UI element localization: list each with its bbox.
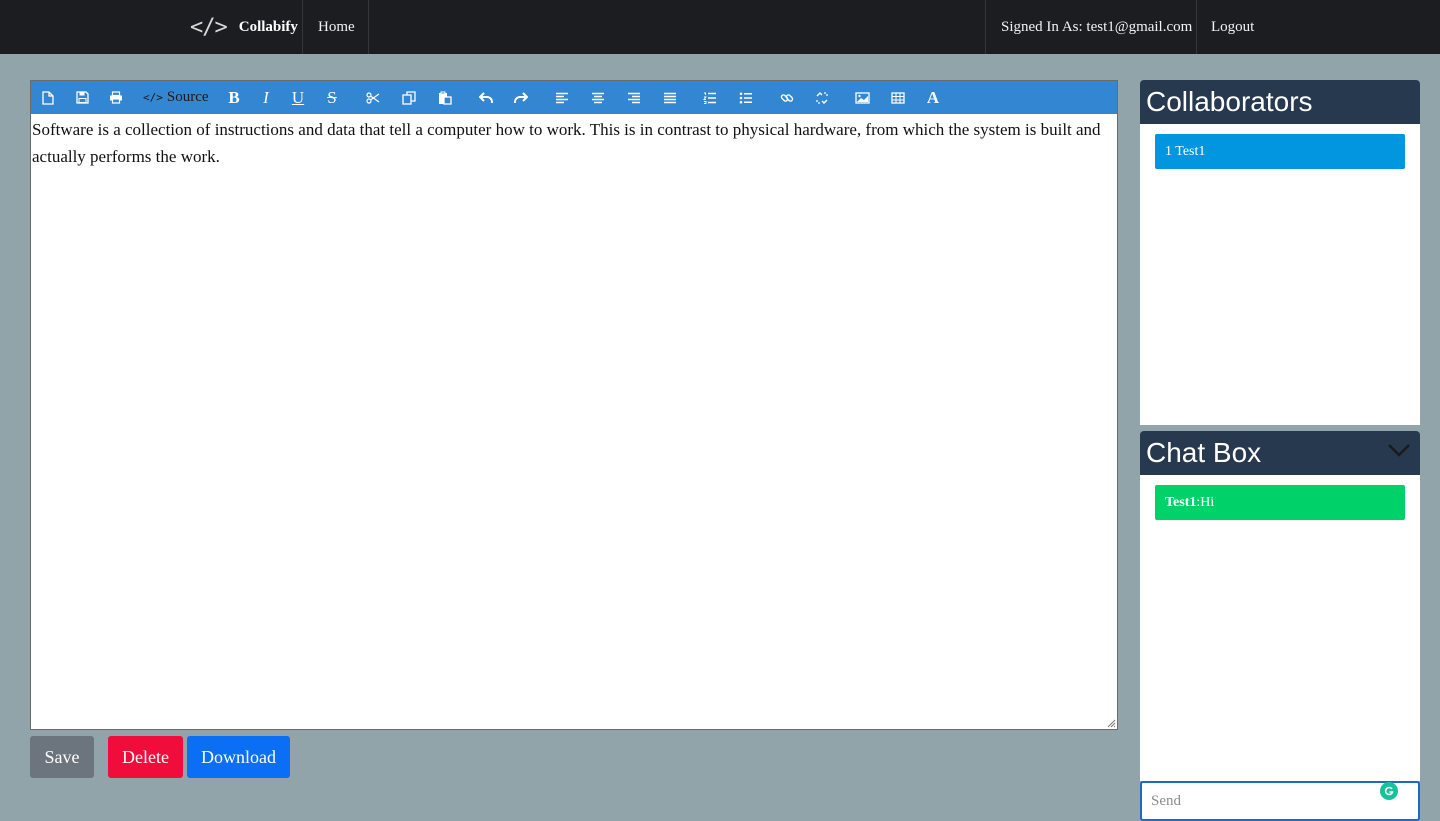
chat-box-title: Chat Box bbox=[1146, 437, 1262, 468]
paste-icon[interactable] bbox=[436, 81, 454, 114]
chevron-down-icon[interactable] bbox=[1388, 443, 1410, 457]
editor-toolbar: </> Source B I U S A bbox=[31, 81, 1117, 114]
chat-message-sender: Test1 bbox=[1165, 494, 1197, 510]
delete-button[interactable]: Delete bbox=[108, 736, 183, 778]
numbered-list-icon[interactable] bbox=[701, 81, 719, 114]
nav-divider bbox=[985, 0, 986, 54]
nav-divider bbox=[1196, 0, 1197, 54]
save-button[interactable]: Save bbox=[30, 736, 94, 778]
top-navbar: </> Collabify Home Signed In As: test1@g… bbox=[0, 0, 1440, 54]
bulleted-list-icon[interactable] bbox=[737, 81, 755, 114]
image-icon[interactable] bbox=[853, 81, 871, 114]
nav-divider bbox=[302, 0, 303, 54]
nav-home-link[interactable]: Home bbox=[318, 0, 355, 54]
align-right-icon[interactable] bbox=[625, 81, 643, 114]
collaborators-panel: 1 Test1 bbox=[1140, 124, 1420, 425]
print-icon[interactable] bbox=[107, 81, 125, 114]
collaborators-title: Collaborators bbox=[1146, 86, 1313, 117]
save-icon[interactable] bbox=[73, 81, 91, 114]
link-icon[interactable] bbox=[778, 81, 796, 114]
logout-link[interactable]: Logout bbox=[1211, 0, 1254, 54]
signed-in-text: Signed In As: test1@gmail.com bbox=[1001, 18, 1193, 35]
download-button[interactable]: Download bbox=[187, 736, 290, 778]
chat-message-text: :Hi bbox=[1196, 494, 1215, 510]
redo-icon[interactable] bbox=[512, 81, 530, 114]
underline-icon[interactable]: U bbox=[289, 81, 307, 114]
chat-message: Test1:Hi bbox=[1155, 485, 1405, 520]
align-left-icon[interactable] bbox=[553, 81, 571, 114]
justify-icon[interactable] bbox=[661, 81, 679, 114]
align-center-icon[interactable] bbox=[589, 81, 607, 114]
collaborator-item[interactable]: 1 Test1 bbox=[1155, 134, 1405, 169]
code-icon: </> bbox=[190, 14, 228, 40]
collaborators-header: Collaborators bbox=[1140, 80, 1420, 124]
source-label: Source bbox=[166, 89, 209, 105]
resize-handle-icon[interactable] bbox=[1107, 719, 1116, 728]
chat-box-panel: Test1:Hi bbox=[1140, 475, 1420, 781]
chat-box-header: Chat Box bbox=[1140, 431, 1420, 475]
bold-icon[interactable]: B bbox=[225, 81, 243, 114]
copy-icon[interactable] bbox=[400, 81, 418, 114]
editor-content[interactable]: Software is a collection of instructions… bbox=[31, 116, 1111, 170]
brand-name: Collabify bbox=[238, 18, 298, 35]
chat-send-input[interactable] bbox=[1140, 781, 1420, 821]
font-color-icon[interactable]: A bbox=[924, 81, 942, 114]
grammarly-icon[interactable] bbox=[1380, 782, 1398, 800]
strikethrough-icon[interactable]: S bbox=[323, 81, 341, 114]
brand[interactable]: </> Collabify bbox=[190, 0, 298, 54]
nav-divider bbox=[368, 0, 369, 54]
rich-text-editor: </> Source B I U S A Software is a colle… bbox=[30, 80, 1118, 730]
source-icon: </> bbox=[143, 91, 163, 104]
new-page-icon[interactable] bbox=[39, 81, 57, 114]
table-icon[interactable] bbox=[889, 81, 907, 114]
unlink-icon[interactable] bbox=[813, 81, 831, 114]
undo-icon[interactable] bbox=[477, 81, 495, 114]
source-button[interactable]: </> Source bbox=[143, 81, 209, 114]
cut-icon[interactable] bbox=[364, 81, 382, 114]
italic-icon[interactable]: I bbox=[257, 81, 275, 114]
